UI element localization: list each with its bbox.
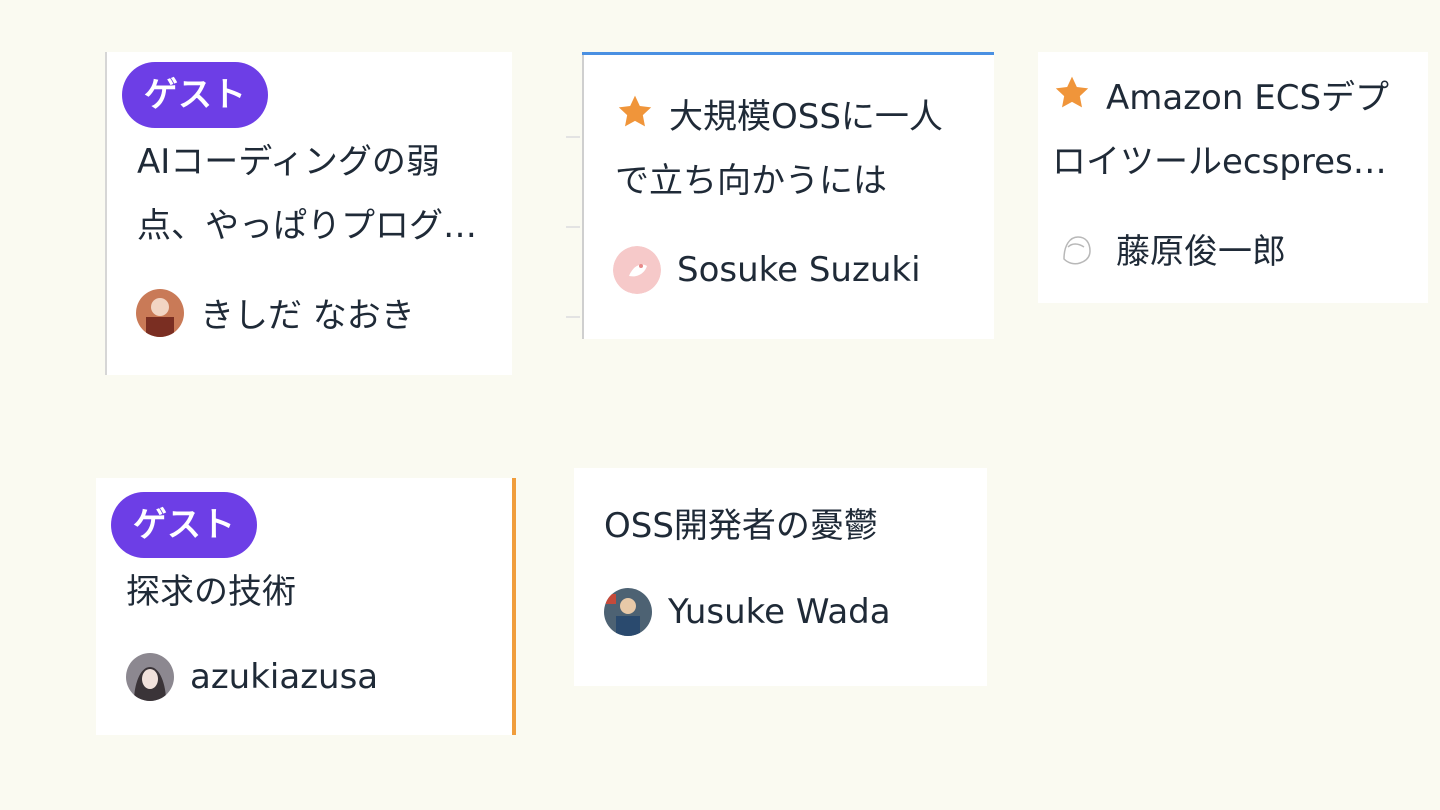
talk-card[interactable]: ゲスト 探求の技術 azukiazusa — [96, 478, 516, 735]
talk-title[interactable]: AIコーディングの弱点、やっぱりプログラミングの基礎が大事 — [137, 130, 482, 258]
avatar — [126, 653, 174, 701]
talk-card[interactable]: 大規模OSSに一人で立ち向かうには Sosuke Suzuki — [582, 52, 994, 339]
speaker: Yusuke Wada — [604, 588, 891, 636]
avatar — [136, 288, 184, 337]
card-edge — [105, 52, 107, 375]
guest-badge: ゲスト — [111, 492, 257, 558]
divider-tick — [566, 226, 580, 228]
talk-card[interactable]: Amazon ECSデプロイツールecspressoの開発を支える 藤原俊一郎 — [1038, 52, 1428, 303]
speaker-name: 藤原俊一郎 — [1116, 232, 1286, 272]
talk-title-text: 大規模OSSに一人で立ち向かうには — [615, 97, 943, 201]
talk-title-text: Amazon ECSデプロイツールecspressoの開発を支える — [1052, 78, 1392, 182]
speaker: Sosuke Suzuki — [613, 246, 921, 294]
speaker-name: Yusuke Wada — [668, 592, 891, 632]
avatar — [1052, 224, 1100, 273]
talk-title[interactable]: 探求の技術 — [126, 560, 486, 624]
talk-card[interactable]: OSS開発者の憂鬱 Yusuke Wada — [574, 468, 987, 686]
card-edge — [582, 55, 584, 339]
speaker-name: Sosuke Suzuki — [677, 250, 921, 290]
speaker: きしだ なおき — [136, 288, 415, 337]
star-icon — [618, 95, 652, 127]
avatar — [613, 246, 661, 294]
speaker-name: azukiazusa — [190, 657, 379, 697]
guest-badge: ゲスト — [122, 62, 268, 128]
talk-title[interactable]: Amazon ECSデプロイツールecspressoの開発を支える — [1052, 66, 1402, 194]
speaker: azukiazusa — [126, 653, 378, 701]
speaker-name: きしだ なおき — [200, 296, 415, 336]
divider-tick — [566, 316, 580, 318]
avatar — [604, 588, 652, 636]
talk-title[interactable]: 大規模OSSに一人で立ち向かうには — [615, 85, 945, 213]
divider-tick — [566, 136, 580, 138]
talk-title[interactable]: OSS開発者の憂鬱 — [604, 494, 964, 558]
star-icon — [1055, 76, 1089, 108]
talk-card[interactable]: ゲスト AIコーディングの弱点、やっぱりプログラミングの基礎が大事 きしだ なお… — [105, 52, 512, 375]
speaker: 藤原俊一郎 — [1052, 224, 1286, 273]
